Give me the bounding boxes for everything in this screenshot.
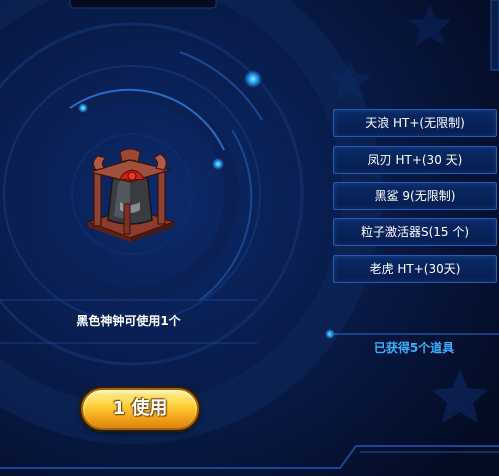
reward-item-heisha[interactable]: 黑鲨 9(无限制): [333, 182, 497, 210]
reward-item-particle-activator[interactable]: 粒子激活器S(15 个): [333, 218, 497, 246]
reward-item-laohu[interactable]: 老虎 HT+(30天): [333, 255, 497, 283]
obtained-count-text: 已获得5个道具: [373, 341, 455, 355]
black-bell-icon: [85, 148, 177, 242]
reward-item-tianlang[interactable]: 天浪 HT+(无限制): [333, 109, 497, 137]
use-button[interactable]: 1 使用: [81, 388, 199, 430]
item-description: 黑色神钟可使用1个: [76, 314, 181, 328]
reward-item-fengren[interactable]: 凤刃 HT+(30 天): [333, 146, 497, 174]
